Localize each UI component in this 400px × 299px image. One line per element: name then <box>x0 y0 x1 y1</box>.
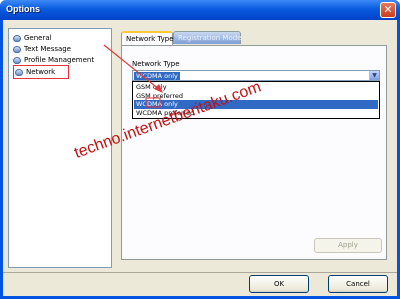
tree-item-text-message[interactable]: Text Message <box>13 44 109 54</box>
network-type-value: WCDMA only <box>134 72 180 80</box>
tree-item-label: Network <box>26 68 56 76</box>
tab-network-type[interactable]: Network Type <box>121 31 174 45</box>
tree-item-network[interactable]: Network <box>13 65 69 79</box>
dialog-body: General Text Message Profile Management … <box>3 20 397 296</box>
option-wcdma-only[interactable]: WCDMA only <box>134 100 378 109</box>
apply-button[interactable]: Apply <box>314 238 382 253</box>
title-bar[interactable]: Options ✕ <box>0 0 400 20</box>
chevron-down-icon[interactable]: ▼ <box>369 71 379 80</box>
cloud-icon <box>13 56 21 64</box>
options-window: Options ✕ General Text Message Profile M… <box>0 0 400 299</box>
tree-item-general[interactable]: General <box>13 33 109 43</box>
tree-item-label: General <box>24 34 52 42</box>
window-title: Options <box>6 4 40 14</box>
tab-registration-mode[interactable]: Registration Mode <box>173 31 242 44</box>
cloud-icon <box>13 45 21 53</box>
network-type-panel: Network Type WCDMA only ▼ GSM only GSM p… <box>121 45 387 260</box>
cancel-button[interactable]: Cancel <box>328 275 388 293</box>
tree-item-label: Text Message <box>24 45 72 53</box>
ok-button[interactable]: OK <box>249 275 309 293</box>
cloud-icon <box>13 34 21 42</box>
cloud-icon <box>15 68 23 76</box>
tree-item-profile-management[interactable]: Profile Management <box>13 55 109 65</box>
close-button[interactable]: ✕ <box>380 2 396 18</box>
tree-item-label: Profile Management <box>24 56 95 64</box>
bottom-divider <box>3 272 397 273</box>
network-type-label: Network Type <box>132 60 180 68</box>
